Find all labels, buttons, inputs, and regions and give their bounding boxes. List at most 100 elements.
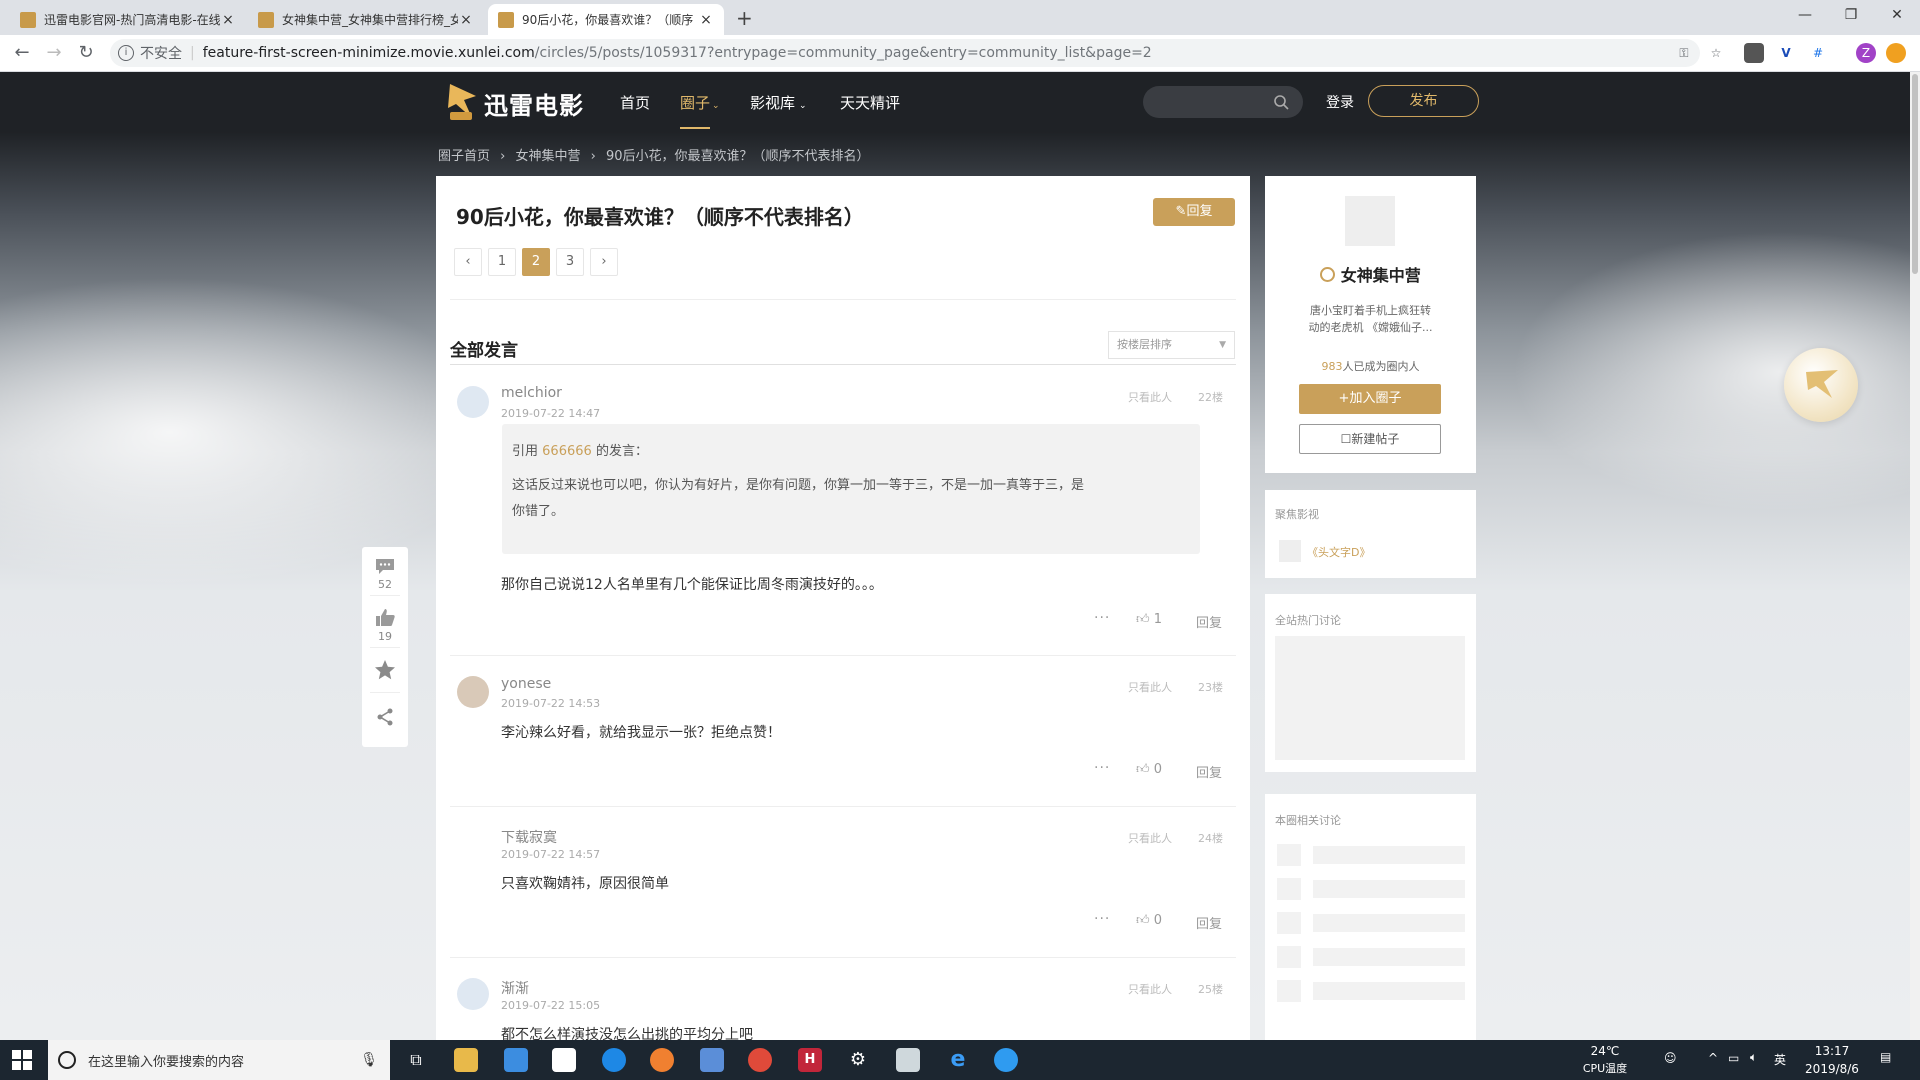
pagination-prev[interactable]: ‹ — [454, 248, 482, 276]
windows-start-button[interactable] — [12, 1050, 32, 1074]
comment-reply-button[interactable]: 回复 — [1196, 913, 1222, 932]
tab-close-icon[interactable]: × — [698, 12, 714, 28]
profile-avatar[interactable]: Z — [1856, 43, 1876, 63]
settings-gear-icon[interactable]: ⚙ — [846, 1048, 870, 1072]
comment-reply-button[interactable]: 回复 — [1196, 612, 1222, 631]
comment-like-button[interactable]: 👍︎ 1 — [1136, 612, 1162, 627]
url-field[interactable]: i 不安全 | feature-first-screen-minimize.mo… — [110, 39, 1700, 67]
browser-blue-icon[interactable] — [602, 1048, 626, 1072]
back-button[interactable]: ← — [10, 41, 34, 65]
more-options-icon[interactable]: ··· — [1094, 610, 1110, 626]
more-options-icon[interactable]: ··· — [1094, 911, 1110, 927]
extension-grid-icon[interactable]: # — [1808, 43, 1828, 63]
clock-time[interactable]: 13:17 — [1802, 1044, 1862, 1058]
clock-date[interactable]: 2019/8/6 — [1798, 1062, 1866, 1076]
breadcrumb-circle-home[interactable]: 圈子首页 — [438, 149, 490, 164]
thunder-app-icon[interactable] — [700, 1048, 724, 1072]
minimize-button[interactable]: — — [1782, 0, 1828, 30]
taskbar-search[interactable]: 在这里输入你要搜索的内容 🎙︎ — [48, 1040, 390, 1080]
nav-home[interactable]: 首页 — [620, 92, 650, 113]
browser-tab-1[interactable]: 迅雷电影官网-热门高清电影-在线 × — [10, 4, 246, 35]
microphone-icon[interactable]: 🎙︎ — [360, 1052, 378, 1068]
nav-daily-review[interactable]: 天天精评 — [840, 92, 900, 113]
circle-name-row[interactable]: 女神集中营 — [1265, 262, 1476, 286]
quote-username[interactable]: 666666 — [542, 444, 592, 459]
maximize-button[interactable]: ❐ — [1828, 0, 1874, 30]
focus-film-link[interactable]: 《头文字D》 — [1307, 544, 1370, 560]
only-this-user-link[interactable]: 只看此人 — [1128, 389, 1172, 405]
network-icon[interactable]: ▭ — [1728, 1051, 1739, 1065]
pagination-next[interactable]: › — [590, 248, 618, 276]
login-link[interactable]: 登录 — [1326, 92, 1354, 112]
comment-like-button[interactable]: 👍︎ 0 — [1136, 913, 1162, 928]
people-icon[interactable]: ☺ — [1664, 1051, 1677, 1065]
media-player-icon[interactable] — [650, 1048, 674, 1072]
pagination-page-3[interactable]: 3 — [556, 248, 584, 276]
task-view-icon[interactable]: ⧉ — [404, 1048, 428, 1072]
film-thumbnail[interactable] — [1279, 540, 1301, 562]
only-this-user-link[interactable]: 只看此人 — [1128, 981, 1172, 997]
join-circle-button[interactable]: +加入圈子 — [1299, 384, 1441, 414]
pagination-page-2[interactable]: 2 — [522, 248, 550, 276]
chrome-icon[interactable] — [748, 1048, 772, 1072]
bookmark-star-icon[interactable]: ☆ — [1706, 43, 1726, 63]
search-icon[interactable] — [1273, 94, 1289, 110]
new-post-button[interactable]: ☐新建帖子 — [1299, 424, 1441, 454]
ime-indicator[interactable]: 英 — [1774, 1051, 1786, 1068]
edge-icon[interactable]: e — [946, 1048, 970, 1072]
close-window-button[interactable]: ✕ — [1874, 0, 1920, 30]
nav-circle[interactable]: 圈子 ⌄ — [680, 92, 720, 113]
avatar[interactable] — [457, 676, 489, 708]
comment-count-button[interactable]: 52 — [362, 557, 408, 591]
related-discussions-card: 本圈相关讨论 — [1265, 794, 1476, 1040]
comment-username[interactable]: melchior — [501, 385, 562, 401]
more-options-icon[interactable]: ··· — [1094, 760, 1110, 776]
action-center-icon[interactable]: ▤ — [1880, 1050, 1891, 1064]
h-app-icon[interactable]: H — [798, 1048, 822, 1072]
store-icon[interactable] — [504, 1048, 528, 1072]
logo-text[interactable]: 迅雷电影 — [484, 86, 584, 121]
feishu-icon[interactable] — [994, 1048, 1018, 1072]
browser-tab-2[interactable]: 女神集中营_女神集中营排行榜_女 × — [248, 4, 484, 35]
sort-select[interactable]: 按楼层排序 ▼ — [1108, 331, 1235, 359]
site-search-input[interactable] — [1143, 86, 1303, 118]
mail-icon[interactable] — [552, 1048, 576, 1072]
key-icon[interactable]: ⚿ — [1674, 43, 1694, 63]
scrollbar-thumb[interactable] — [1912, 74, 1918, 274]
comment-username[interactable]: 下载寂寞 — [501, 827, 557, 847]
only-this-user-link[interactable]: 只看此人 — [1128, 830, 1172, 846]
forward-button[interactable]: → — [42, 41, 66, 65]
circle-cover-image[interactable] — [1345, 196, 1395, 246]
like-count-button[interactable]: 19 — [362, 607, 408, 643]
tab-close-icon[interactable]: × — [220, 12, 236, 28]
xunlei-logo-icon[interactable] — [446, 82, 480, 122]
vip-floating-badge[interactable] — [1784, 348, 1858, 422]
calculator-icon[interactable] — [896, 1048, 920, 1072]
comment-reply-button[interactable]: 回复 — [1196, 762, 1222, 781]
tab-close-icon[interactable]: × — [458, 12, 474, 28]
only-this-user-link[interactable]: 只看此人 — [1128, 679, 1172, 695]
publish-button[interactable]: 发布 — [1368, 85, 1479, 117]
reload-button[interactable]: ↻ — [74, 41, 98, 65]
extension-icon[interactable] — [1744, 43, 1764, 63]
nav-library[interactable]: 影视库 ⌄ — [750, 92, 807, 113]
comment-time: 2019-07-22 14:57 — [501, 848, 601, 861]
comment-like-button[interactable]: 👍︎ 0 — [1136, 762, 1162, 777]
browser-tab-3-active[interactable]: 90后小花，你最喜欢谁？（顺序 × — [488, 4, 724, 35]
pagination-page-1[interactable]: 1 — [488, 248, 516, 276]
info-icon[interactable]: i — [118, 45, 134, 61]
volume-icon[interactable]: 🔈︎ — [1750, 1050, 1757, 1065]
share-button[interactable] — [362, 707, 408, 730]
reply-post-button[interactable]: ✎回复 — [1153, 198, 1235, 226]
breadcrumb-circle[interactable]: 女神集中营 — [516, 149, 581, 164]
extension-orange-icon[interactable] — [1886, 43, 1906, 63]
avatar[interactable] — [457, 978, 489, 1010]
favorite-button[interactable] — [362, 659, 408, 684]
tray-chevron-up-icon[interactable]: ^ — [1708, 1051, 1718, 1065]
file-explorer-icon[interactable] — [454, 1048, 478, 1072]
extension-v-icon[interactable]: V — [1776, 43, 1796, 63]
new-tab-button[interactable]: + — [736, 6, 753, 30]
comment-username[interactable]: yonese — [501, 676, 551, 692]
comment-username[interactable]: 渐渐 — [501, 978, 529, 998]
avatar[interactable] — [457, 386, 489, 418]
